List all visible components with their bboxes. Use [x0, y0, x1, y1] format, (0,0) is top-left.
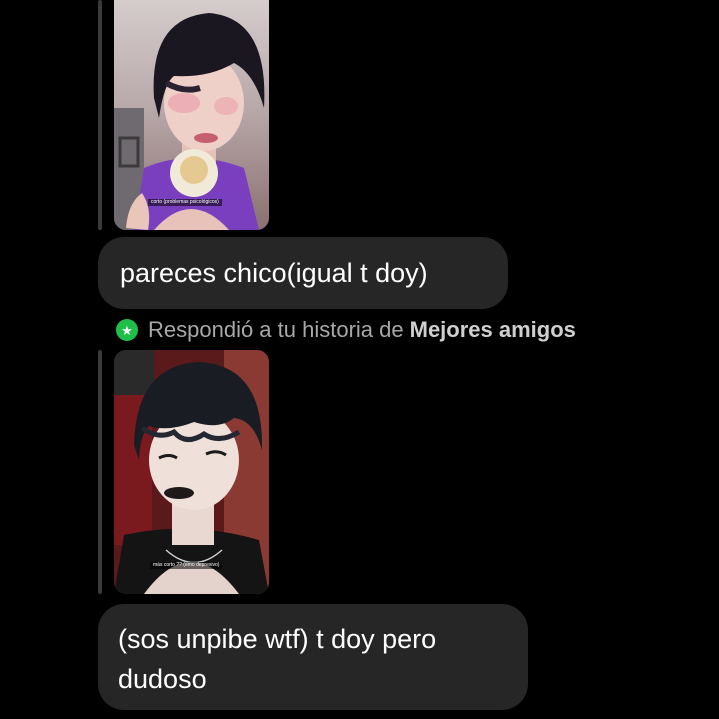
reply-line-2 — [98, 350, 102, 594]
best-friends-label: Mejores amigos — [409, 317, 576, 342]
message-text-2: (sos unpibe wtf) t doy pero dudoso — [118, 624, 437, 694]
message-text-1: pareces chico(igual t doy) — [120, 258, 428, 288]
story-photo-1 — [114, 0, 269, 230]
story-thumbnail-2[interactable] — [114, 350, 269, 594]
story-photo-2 — [114, 350, 269, 594]
star-icon: ★ — [116, 319, 138, 341]
story-reply-status: ★ Respondió a tu historia de Mejores ami… — [116, 316, 576, 344]
message-bubble-1[interactable]: pareces chico(igual t doy) — [98, 237, 508, 309]
reply-line-1 — [98, 0, 102, 230]
story-caption-1: corto (problemas psicológicos) — [148, 199, 222, 206]
message-bubble-2[interactable]: (sos unpibe wtf) t doy pero dudoso — [98, 604, 528, 710]
reply-status-prefix: Respondió a tu historia de — [148, 317, 404, 342]
story-caption-2: más corto ?? (emo depresivo) — [150, 562, 223, 569]
story-thumbnail-1[interactable] — [114, 0, 269, 230]
